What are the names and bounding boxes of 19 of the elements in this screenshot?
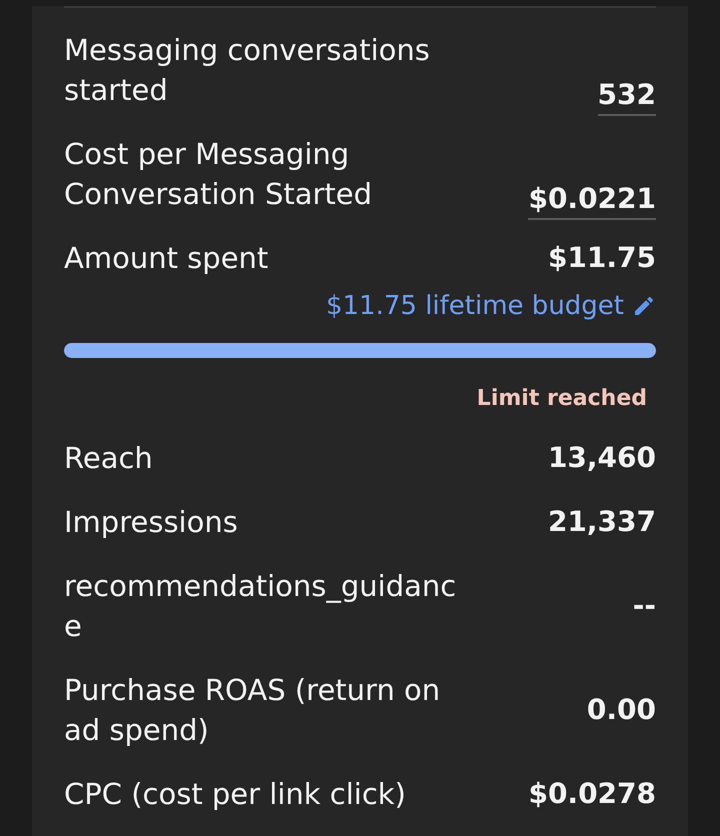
metric-value: $11.75 — [548, 240, 656, 276]
metric-label: Amount spent — [64, 240, 268, 277]
metric-value: 13,460 — [548, 440, 656, 476]
metric-label: Reach — [64, 440, 153, 477]
metric-value: 0.00 — [586, 692, 656, 728]
metric-value: $0.0278 — [528, 776, 656, 812]
limit-status: Limit reached — [476, 385, 647, 413]
metric-label: CPC (cost per link click) — [64, 776, 406, 813]
metric-value: 532 — [598, 78, 656, 116]
budget-link[interactable]: $11.75 lifetime budget — [326, 288, 656, 324]
metric-label: Purchase ROAS (return on ad spend) — [64, 672, 442, 749]
metric-label: Messaging conversations started — [64, 32, 431, 109]
metric-value: -- — [632, 588, 656, 624]
metric-label: Cost per Messaging Conversation Started — [64, 136, 374, 213]
metric-value: 21,337 — [548, 504, 656, 540]
metric-value: $0.0221 — [528, 182, 656, 220]
pencil-icon[interactable] — [632, 294, 656, 318]
metric-label: recommendations_guidance — [64, 568, 458, 645]
metric-label: Impressions — [64, 504, 238, 541]
